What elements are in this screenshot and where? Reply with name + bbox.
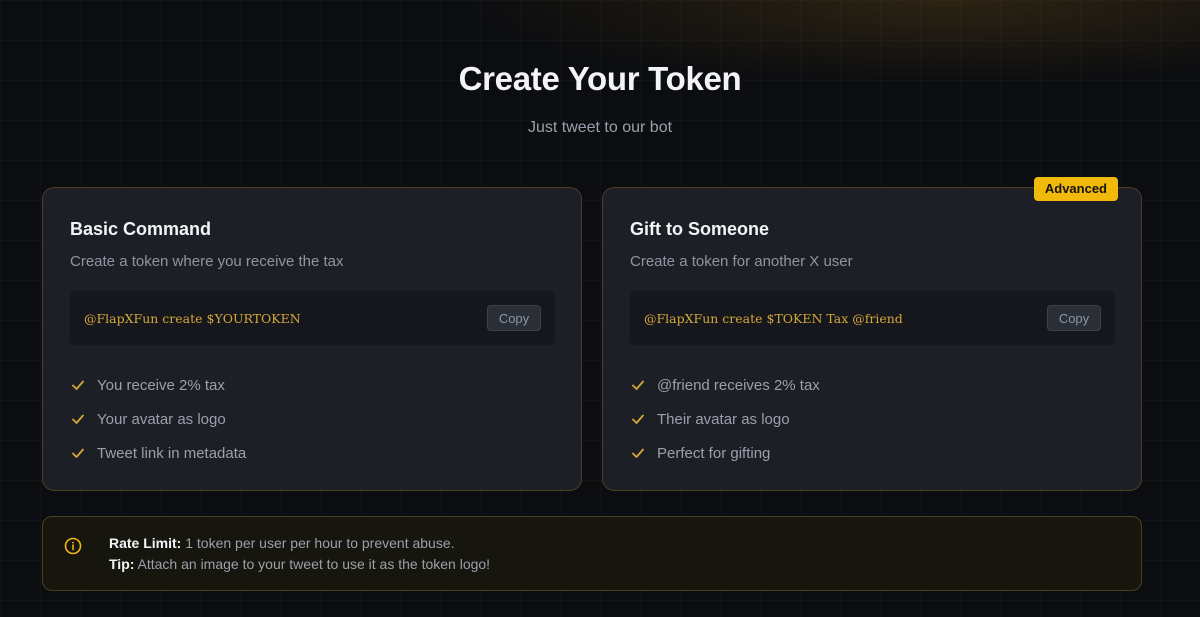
gift-command-card: Advanced Gift to Someone Create a token … bbox=[602, 177, 1142, 491]
check-icon bbox=[72, 414, 84, 424]
check-icon bbox=[72, 380, 84, 390]
feature-text: Tweet link in metadata bbox=[97, 444, 247, 462]
feature-item: Their avatar as logo bbox=[631, 402, 820, 436]
feature-list: You receive 2% tax Your avatar as logo T… bbox=[71, 368, 246, 470]
command-text[interactable]: @FlapXFun create $TOKEN Tax @friend bbox=[644, 311, 903, 326]
card-description: Create a token where you receive the tax bbox=[70, 253, 344, 270]
feature-text: Perfect for gifting bbox=[657, 444, 771, 462]
rate-limit-text: 1 token per user per hour to prevent abu… bbox=[185, 535, 455, 551]
card-title: Basic Command bbox=[70, 219, 212, 239]
info-icon bbox=[64, 537, 82, 555]
feature-text: You receive 2% tax bbox=[97, 376, 225, 394]
feature-item: Perfect for gifting bbox=[631, 436, 820, 470]
rate-limit-label: Rate Limit: bbox=[109, 535, 182, 551]
check-icon bbox=[72, 448, 84, 458]
card-description: Create a token for another X user bbox=[630, 253, 853, 270]
check-icon bbox=[632, 448, 644, 458]
feature-list: @friend receives 2% tax Their avatar as … bbox=[631, 368, 820, 470]
command-text[interactable]: @FlapXFun create $YOURTOKEN bbox=[84, 311, 301, 326]
copy-button[interactable]: Copy bbox=[487, 305, 541, 331]
command-box: @FlapXFun create $TOKEN Tax @friend Copy bbox=[630, 291, 1115, 345]
page-subtitle: Just tweet to our bot bbox=[527, 119, 673, 136]
feature-item: Your avatar as logo bbox=[71, 402, 246, 436]
feature-item: Tweet link in metadata bbox=[71, 436, 246, 470]
page-title: Create Your Token bbox=[458, 60, 742, 97]
check-icon bbox=[632, 380, 644, 390]
card-title: Gift to Someone bbox=[630, 219, 769, 239]
feature-text: @friend receives 2% tax bbox=[657, 376, 820, 394]
feature-text: Your avatar as logo bbox=[97, 410, 226, 428]
tip-text: Attach an image to your tweet to use it … bbox=[137, 556, 491, 572]
rate-limit-notice: Rate Limit: 1 token per user per hour to… bbox=[42, 516, 1142, 591]
tip-line: Tip: Attach an image to your tweet to us… bbox=[109, 556, 490, 572]
tip-label: Tip: bbox=[109, 556, 135, 572]
advanced-badge: Advanced bbox=[1033, 177, 1118, 201]
rate-limit-line: Rate Limit: 1 token per user per hour to… bbox=[109, 535, 455, 551]
feature-item: You receive 2% tax bbox=[71, 368, 246, 402]
command-box: @FlapXFun create $YOURTOKEN Copy bbox=[70, 291, 555, 345]
copy-button[interactable]: Copy bbox=[1047, 305, 1101, 331]
check-icon bbox=[632, 414, 644, 424]
feature-text: Their avatar as logo bbox=[657, 410, 790, 428]
basic-command-card: Basic Command Create a token where you r… bbox=[42, 187, 582, 491]
feature-item: @friend receives 2% tax bbox=[631, 368, 820, 402]
